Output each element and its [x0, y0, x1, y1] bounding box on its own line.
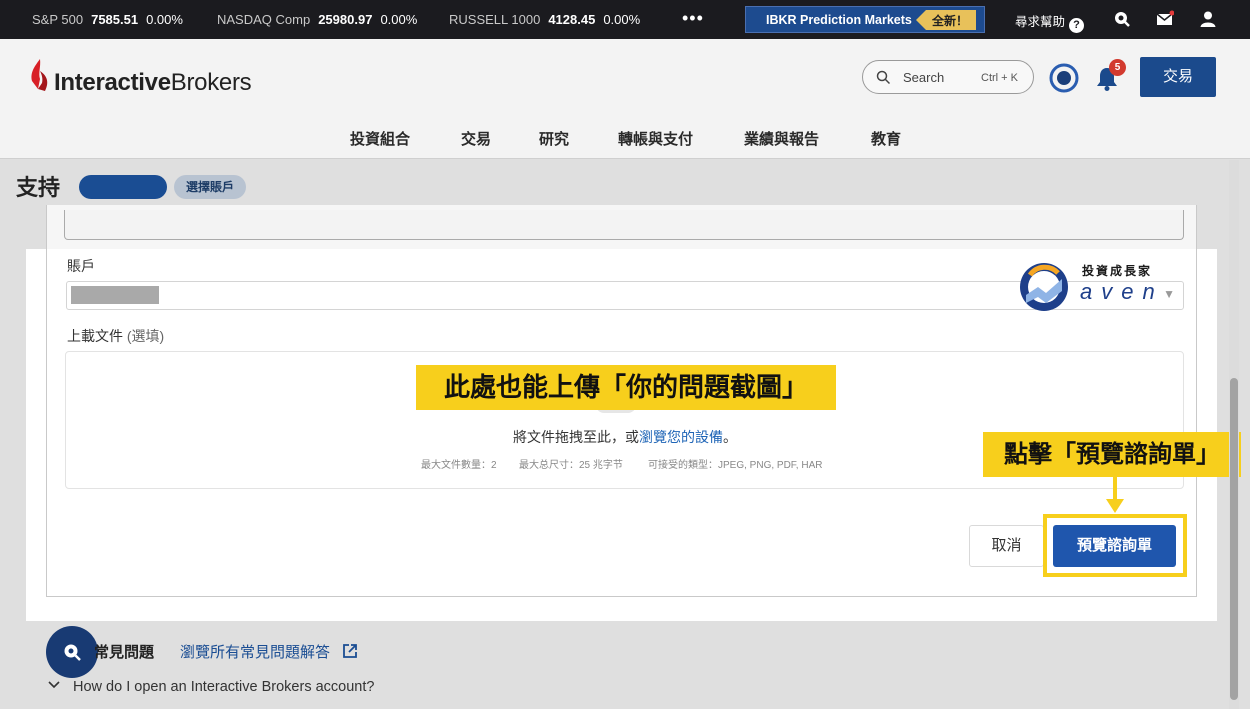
upload-field-label: 上載文件 (選填)	[67, 326, 164, 346]
ib-flame-icon	[31, 59, 48, 91]
ticker-value: 4128.45	[548, 12, 596, 27]
max-file-count: 最大文件數量：2	[421, 460, 497, 471]
watermark-brand: aven	[1080, 279, 1164, 304]
max-total-size: 最大总尺寸：25 兆字节	[519, 460, 623, 471]
help-button[interactable]: 尋求幫助?	[1015, 11, 1085, 33]
site-header: InteractiveBrokers Search Ctrl + K 5 交易 …	[0, 39, 1250, 159]
account-field-label: 賬戶	[67, 258, 95, 274]
watermark-logo: 投資成長家 aven	[1018, 261, 1178, 313]
select-account-button[interactable]: 選擇賬戶	[174, 175, 246, 199]
nav-performance-reports[interactable]: 業績與報告	[744, 128, 819, 149]
logo-rest: Brokers	[170, 69, 252, 96]
ticker-value: 7585.51	[91, 12, 139, 27]
faq-heading: 常見問題	[94, 644, 155, 661]
drop-text-after: 。	[723, 429, 737, 445]
upload-label-text: 上載文件	[67, 328, 123, 344]
promo-label: IBKR Prediction Markets	[766, 13, 912, 27]
faq-question-item[interactable]: How do I open an Interactive Brokers acc…	[73, 679, 374, 695]
ibkr-ai-icon[interactable]	[1049, 63, 1079, 98]
new-badge: 全新！	[916, 10, 977, 30]
search-shortcut: Ctrl + K	[981, 72, 1018, 84]
cancel-button[interactable]: 取消	[969, 525, 1044, 567]
question-icon: ?	[1069, 18, 1085, 33]
ticker-change: 0.00%	[603, 12, 641, 27]
previous-text-field[interactable]	[64, 210, 1184, 240]
ticker-russell[interactable]: RUSSELL 1000 4128.45 0.00%	[449, 12, 640, 27]
nav-trade[interactable]: 交易	[461, 128, 491, 149]
more-tickers-button[interactable]: •••	[682, 8, 704, 29]
preview-ticket-button[interactable]: 預覽諮詢單	[1053, 525, 1176, 567]
nav-transfer-pay[interactable]: 轉帳與支付	[618, 128, 693, 149]
optional-label: (選填)	[126, 328, 165, 344]
upload-screenshot-callout: 此處也能上傳「你的問題截圖」	[416, 365, 836, 410]
chat-icon[interactable]	[1113, 10, 1131, 31]
search-icon	[876, 70, 891, 85]
watermark-title: 投資成長家	[1082, 264, 1153, 278]
nav-education[interactable]: 教育	[871, 128, 901, 149]
prediction-markets-banner[interactable]: IBKR Prediction Markets 全新！	[745, 6, 985, 33]
chat-search-icon	[64, 644, 81, 661]
ticker-change: 0.00%	[380, 12, 418, 27]
watermark-emblem-icon	[1020, 263, 1068, 311]
account-select-field[interactable]: ▼	[66, 281, 1184, 310]
browse-all-faq-link[interactable]: 瀏覽所有常見問題解答	[180, 641, 358, 662]
chevron-down-icon[interactable]	[47, 678, 61, 697]
account-pill[interactable]	[79, 175, 167, 199]
page-scrollbar-thumb[interactable]	[1230, 378, 1238, 700]
search-label: Search	[903, 70, 945, 85]
ticker-sp500[interactable]: S&P 500 7585.51 0.00%	[32, 12, 183, 27]
external-link-icon	[343, 644, 358, 658]
nav-research[interactable]: 研究	[539, 128, 569, 149]
ticker-name: NASDAQ Comp	[217, 12, 311, 27]
faq-link-text: 瀏覽所有常見問題解答	[180, 644, 331, 661]
ticker-value: 25980.97	[318, 12, 373, 27]
nav-portfolio[interactable]: 投資組合	[350, 128, 410, 149]
mail-icon[interactable]	[1156, 10, 1175, 31]
ticker-nasdaq[interactable]: NASDAQ Comp 25980.97 0.00%	[217, 12, 417, 27]
help-label: 尋求幫助	[1015, 15, 1066, 29]
ticker-name: RUSSELL 1000	[449, 12, 541, 27]
chat-assistant-button[interactable]	[46, 626, 98, 678]
logo-bold: Interactive	[54, 69, 171, 96]
browse-device-link[interactable]: 瀏覽您的設備	[639, 429, 723, 445]
search-box[interactable]: Search Ctrl + K	[862, 60, 1034, 94]
notification-count-badge: 5	[1109, 59, 1126, 76]
accepted-types: 可接受的類型：JPEG, PNG, PDF, HAR	[648, 460, 823, 471]
trade-button[interactable]: 交易	[1140, 57, 1216, 97]
logo-wordmark: InteractiveBrokers	[54, 69, 252, 97]
market-ticker-bar: S&P 500 7585.51 0.00% NASDAQ Comp 25980.97 0…	[0, 0, 1250, 39]
page-title: 支持	[16, 175, 61, 200]
account-number-redacted	[71, 286, 159, 304]
drop-text-before: 將文件拖拽至此，或	[513, 429, 639, 445]
preview-ticket-callout: 點擊「預覽諮詢單」	[983, 432, 1241, 477]
ticker-change: 0.00%	[146, 12, 183, 27]
interactive-brokers-logo[interactable]: InteractiveBrokers	[30, 59, 252, 98]
user-icon[interactable]	[1199, 10, 1217, 31]
ticker-name: S&P 500	[32, 12, 84, 27]
